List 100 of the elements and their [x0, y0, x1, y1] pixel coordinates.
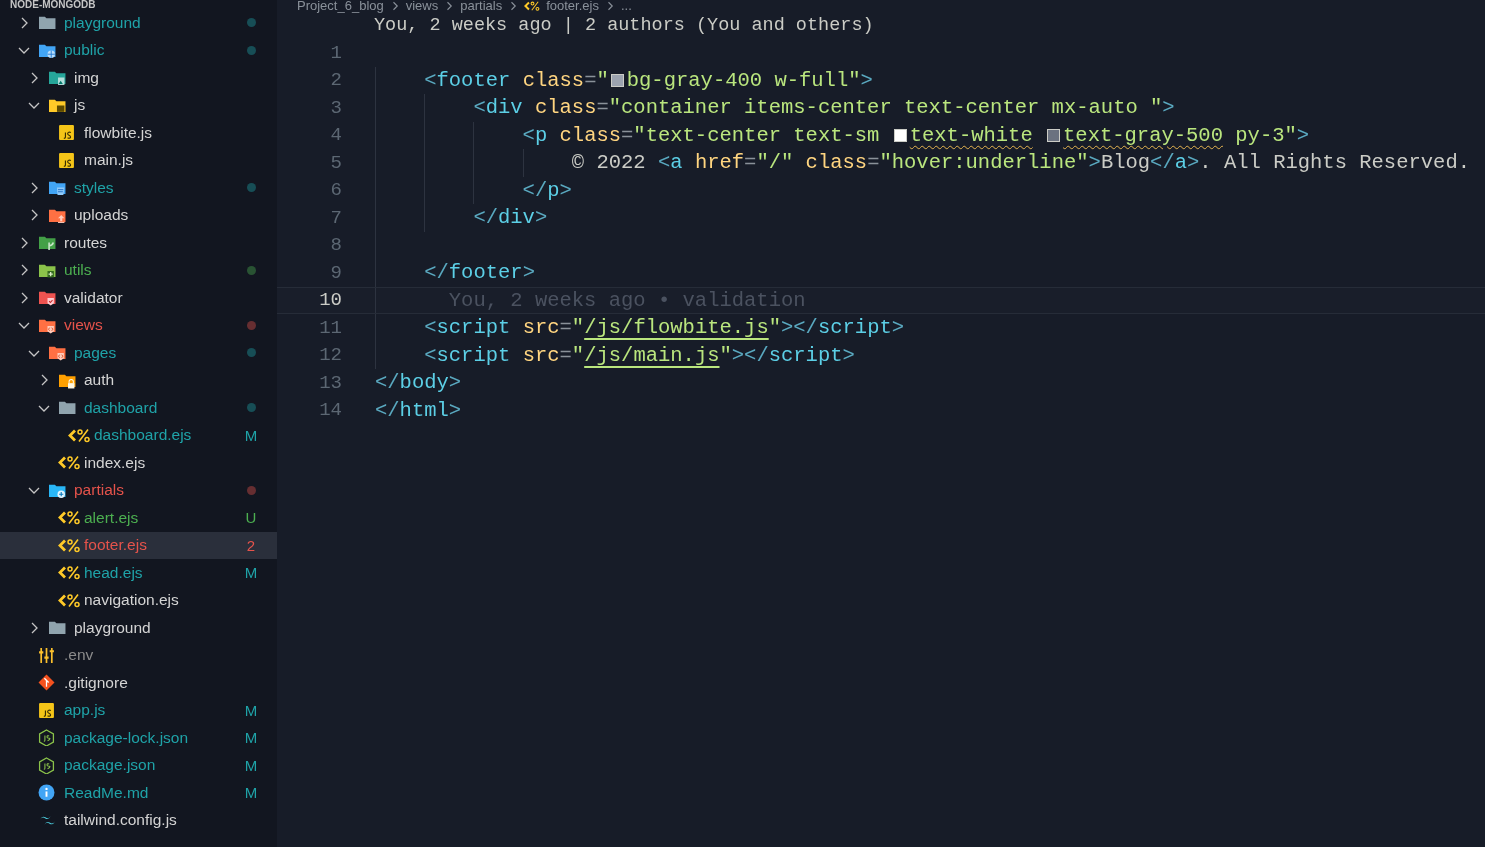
tree-item[interactable]: public — [0, 36, 277, 64]
breadcrumb-item[interactable]: Project_6_blog — [297, 0, 384, 12]
tree-item[interactable]: dashboard — [0, 394, 277, 422]
file-name: views — [64, 316, 104, 335]
breadcrumb-item[interactable]: ... — [620, 0, 632, 12]
image-folder-icon — [48, 69, 67, 87]
file-name: uploads — [74, 206, 130, 225]
git-status-label: M — [244, 756, 258, 774]
tree-item[interactable]: js — [0, 91, 277, 119]
code-text: <div class="container items-center text-center mx-auto "> — [473, 96, 1175, 120]
line-number: 7 — [329, 206, 342, 229]
line-number: 10 — [318, 289, 342, 312]
code-text: </html> — [375, 398, 462, 422]
angle-percent-icon — [58, 564, 82, 582]
tree-item[interactable]: utils — [0, 256, 277, 284]
tree-item[interactable]: package.json M — [0, 751, 277, 779]
file-name: navigation.ejs — [84, 591, 180, 610]
file-name: dashboard — [84, 398, 159, 417]
tree-item[interactable]: validator — [0, 284, 277, 312]
hexagon-icon — [38, 729, 55, 747]
branch-folder-icon — [38, 234, 57, 252]
git-status-label: M — [244, 701, 258, 719]
file-name: package.json — [64, 756, 157, 775]
tree-item[interactable]: main.js — [0, 146, 277, 174]
file-name: utils — [64, 261, 93, 280]
angle-percent-icon — [58, 591, 82, 609]
file-name: .env — [64, 646, 95, 665]
tree-item[interactable]: ReadMe.md M — [0, 779, 277, 807]
git-status-label: M — [244, 729, 258, 747]
codelens-annotation[interactable]: You, 2 weeks ago | 2 authors (You and others) — [374, 15, 874, 36]
tree-item[interactable]: img — [0, 64, 277, 92]
color-swatch-icon[interactable] — [1047, 128, 1061, 142]
file-name: validator — [64, 288, 124, 307]
diamond-icon — [38, 674, 55, 692]
angle-percent-icon — [58, 454, 82, 472]
line-number: 1 — [329, 41, 342, 64]
color-swatch-icon[interactable] — [893, 128, 907, 142]
code-text: © 2022 <a href="/" class="hover:underline">Blog</a>. All Rights Reserved. — [571, 151, 1470, 175]
line-number: 6 — [329, 179, 342, 202]
code-folder-icon — [48, 344, 67, 362]
tree-item[interactable]: app.js M — [0, 696, 277, 724]
tree-item[interactable]: uploads — [0, 201, 277, 229]
tree-item[interactable]: views — [0, 311, 277, 339]
line-number: 11 — [318, 316, 342, 339]
tree-item[interactable]: dashboard.ejs M — [0, 421, 277, 449]
line-number: 13 — [318, 371, 342, 394]
breadcrumb-item[interactable]: views — [405, 0, 439, 12]
tree-item[interactable]: package-lock.json M — [0, 724, 277, 752]
angle-percent-icon — [68, 426, 92, 444]
file-name: auth — [84, 371, 116, 390]
file-name: partials — [74, 481, 125, 500]
file-name: img — [74, 68, 100, 87]
line-number: 14 — [318, 399, 342, 422]
line-number: 8 — [329, 234, 342, 257]
breadcrumb-item[interactable]: footer.ejs — [546, 0, 599, 12]
breadcrumb-item[interactable]: partials — [460, 0, 503, 12]
shield-folder-icon — [38, 289, 57, 307]
js-file-icon — [38, 701, 55, 719]
file-name: footer.ejs — [84, 536, 148, 555]
code-text: <script src="/js/flowbite.js"></script> — [424, 316, 905, 340]
explorer-title: NODE-MONGODB — [10, 0, 96, 9]
tree-item[interactable]: index.ejs — [0, 449, 277, 477]
code-text: </footer> — [424, 261, 535, 285]
file-name: flowbite.js — [84, 123, 154, 142]
line-number: 3 — [329, 96, 342, 119]
folder-icon — [48, 619, 67, 637]
line-number: 9 — [329, 261, 342, 284]
line-number: 12 — [318, 344, 342, 367]
code-text: <script src="/js/main.js"></script> — [424, 343, 855, 367]
tree-item[interactable]: navigation.ejs — [0, 586, 277, 614]
tree-item[interactable]: alert.ejs U — [0, 504, 277, 532]
angle-percent-icon — [58, 509, 82, 527]
code-text: bg-gray-400 w-full"> — [626, 68, 873, 92]
file-name: ReadMe.md — [64, 783, 150, 802]
git-status-label: M — [244, 426, 258, 444]
git-status-label: 2 — [246, 536, 256, 554]
sliders-icon — [38, 646, 55, 664]
tree-item[interactable]: auth — [0, 366, 277, 394]
tree-item[interactable]: routes — [0, 229, 277, 257]
folder-icon — [38, 14, 57, 32]
line-number: 4 — [329, 124, 342, 147]
tree-item[interactable]: flowbite.js — [0, 119, 277, 147]
angle-percent-icon — [58, 536, 82, 554]
tree-item[interactable]: .gitignore — [0, 669, 277, 697]
tree-item[interactable]: tailwind.config.js — [0, 806, 277, 834]
file-name: dashboard.ejs — [94, 426, 193, 445]
tree-item[interactable]: playground — [0, 614, 277, 642]
tree-item[interactable]: .env — [0, 641, 277, 669]
tree-item[interactable]: styles — [0, 174, 277, 202]
color-swatch-icon[interactable] — [610, 73, 624, 87]
tree-item[interactable]: pages — [0, 339, 277, 367]
tree-item[interactable]: head.ejs M — [0, 559, 277, 587]
tree-item[interactable]: playground — [0, 9, 277, 37]
code-text: text-gray-500 py-3"> — [1063, 123, 1310, 147]
code-text: <footer class=" — [424, 68, 609, 92]
file-name: playground — [74, 618, 152, 637]
file-name: routes — [64, 233, 109, 252]
tree-item[interactable]: partials — [0, 476, 277, 504]
tree-item[interactable]: footer.ejs 2 — [0, 531, 277, 559]
file-name: pages — [74, 343, 118, 362]
